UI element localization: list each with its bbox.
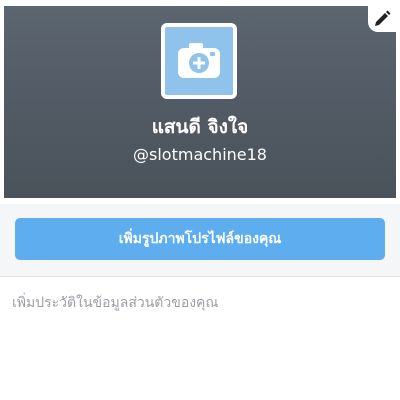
display-name: แสนดี จิงใจ [151,116,249,138]
pencil-icon [375,10,391,26]
profile-header: แสนดี จิงใจ @slotmachine18 [4,6,396,198]
edit-profile-button[interactable] [368,6,396,32]
avatar-placeholder [165,27,233,95]
camera-plus-icon [178,43,220,78]
avatar[interactable] [161,23,237,99]
add-profile-photo-button[interactable]: เพิ่มรูปภาพโปรไฟล์ของคุณ [15,218,385,260]
bio-input[interactable]: เพิ่มประวัติในข้อมูลส่วนตัวของคุณ [12,293,388,383]
add-photo-section: เพิ่มรูปภาพโปรไฟล์ของคุณ [0,204,400,277]
username: @slotmachine18 [133,145,267,164]
